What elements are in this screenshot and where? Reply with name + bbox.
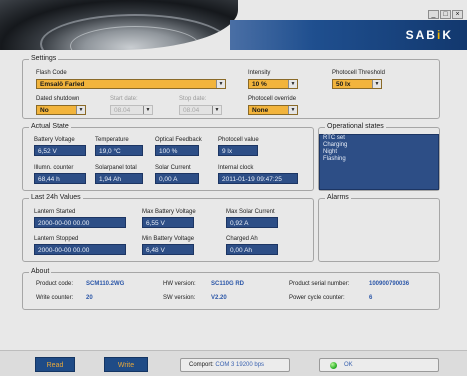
operational-states-legend: Operational states: [325, 123, 386, 130]
sw-version-value: V2.20: [211, 295, 227, 301]
temperature-value: 19,0 °C: [95, 145, 143, 156]
hw-version-label: HW version:: [163, 281, 196, 287]
last24h-legend: Last 24h Values: [29, 194, 83, 201]
max-solar-current-label: Max Solar Current: [226, 209, 275, 215]
actual-state-legend: Actual State: [29, 123, 71, 130]
photocell-override-select[interactable]: None ▼: [248, 105, 298, 115]
sw-version-label: SW version:: [163, 295, 196, 301]
chevron-down-icon: ▼: [288, 80, 297, 88]
dated-shutdown-label: Dated shutdown: [36, 96, 80, 102]
charged-ah-label: Charged Ah: [226, 236, 258, 242]
footer-bar: Read Write Comport: COM 3 19200 bps OK: [0, 350, 467, 376]
product-code-value: SCM110.2WG: [86, 281, 125, 287]
window-controls: _ □ ×: [428, 10, 463, 19]
stop-date-select[interactable]: 08.04 ▼: [179, 105, 222, 115]
chevron-down-icon: ▼: [372, 80, 381, 88]
chevron-down-icon: ▼: [288, 106, 297, 114]
solarpanel-total-label: Solarpanel total: [95, 165, 137, 171]
photocell-threshold-select[interactable]: 50 lx ▼: [332, 79, 382, 89]
illumination-counter-label: Illumn. counter: [34, 165, 74, 171]
dated-shutdown-value: No: [40, 107, 49, 114]
battery-voltage-label: Battery Voltage: [34, 137, 75, 143]
chevron-down-icon: ▼: [216, 80, 225, 88]
temperature-label: Temperature: [95, 137, 129, 143]
photocell-threshold-label: Photocell Threshold: [332, 70, 385, 76]
brand-banner: SABiK: [230, 20, 467, 50]
serial-number-label: Product serial number:: [289, 281, 350, 287]
about-group: About: [22, 268, 440, 310]
optical-feedback-label: Optical Feedback: [155, 137, 202, 143]
settings-legend: Settings: [29, 55, 59, 62]
product-code-label: Product code:: [36, 281, 74, 287]
flash-code-label: Flash Code: [36, 70, 67, 76]
power-cycle-value: 6: [369, 295, 373, 301]
lantern-stopped-value: 2000-00-00 00.00: [34, 244, 126, 255]
status-label: OK: [344, 362, 353, 368]
start-date-value: 08.04: [114, 107, 131, 114]
intensity-select[interactable]: 10 % ▼: [248, 79, 298, 89]
serial-number-value: 100900790036: [369, 281, 410, 287]
dated-shutdown-select[interactable]: No ▼: [36, 105, 86, 115]
list-item: Charging: [323, 142, 348, 148]
lantern-started-label: Lantern Started: [34, 209, 76, 215]
lantern-photo: [0, 0, 238, 50]
comport-label: Comport:: [189, 362, 214, 368]
maximize-icon[interactable]: □: [440, 10, 451, 19]
start-date-select[interactable]: 08.04 ▼: [110, 105, 153, 115]
lantern-started-value: 2000-00-00 00.00: [34, 217, 126, 228]
read-button[interactable]: Read: [35, 357, 75, 372]
flash-code-value: Emsalö Farled: [40, 81, 85, 88]
photocell-override-label: Photocell override: [248, 96, 297, 102]
hw-version-value: SC110G RD: [211, 281, 245, 287]
sabik-logo: SABiK: [405, 28, 453, 42]
min-battery-voltage-value: 6,48 V: [142, 244, 194, 255]
optical-feedback-value: 100 %: [155, 145, 199, 156]
list-item: Flashing: [323, 156, 346, 162]
charged-ah-value: 0,00 Ah: [226, 244, 278, 255]
photocell-override-value: None: [252, 107, 269, 114]
alarms-group: Alarms: [318, 194, 440, 262]
status-indicator: OK: [319, 358, 439, 372]
photocell-threshold-value: 50 lx: [336, 81, 351, 88]
chevron-down-icon: ▼: [212, 106, 221, 114]
status-led-icon: [330, 362, 337, 369]
internal-clock-label: Internal clock: [218, 165, 254, 171]
operational-states-list[interactable]: RTC set Charging Night Flashing: [319, 134, 439, 190]
minimize-icon[interactable]: _: [428, 10, 439, 19]
internal-clock-value: 2011-01-19 09:47:25: [218, 173, 298, 184]
about-legend: About: [29, 268, 52, 275]
photocell-value-label: Photocell value: [218, 137, 259, 143]
stop-date-label: Stop date:: [179, 96, 207, 102]
chevron-down-icon: ▼: [143, 106, 152, 114]
chevron-down-icon: ▼: [76, 106, 85, 114]
photocell-value-value: 9 lx: [218, 145, 258, 156]
battery-voltage-value: 6,52 V: [34, 145, 86, 156]
solar-current-value: 0,00 A: [155, 173, 199, 184]
max-battery-voltage-label: Max Battery Voltage: [142, 209, 196, 215]
flash-code-select[interactable]: Emsalö Farled ▼: [36, 79, 226, 89]
stop-date-value: 08.04: [183, 107, 200, 114]
solarpanel-total-value: 1,94 Ah: [95, 173, 143, 184]
max-battery-voltage-value: 6,55 V: [142, 217, 194, 228]
list-item: RTC set: [323, 135, 345, 141]
min-battery-voltage-label: Min Battery Voltage: [142, 236, 195, 242]
alarms-legend: Alarms: [325, 194, 351, 201]
list-item: Night: [323, 149, 338, 155]
comport-value: COM 3 19200 bps: [215, 362, 265, 368]
write-counter-label: Write counter:: [36, 295, 74, 301]
write-counter-value: 20: [86, 295, 93, 301]
illumination-counter-value: 68,44 h: [34, 173, 86, 184]
intensity-value: 10 %: [252, 81, 267, 88]
close-icon[interactable]: ×: [452, 10, 463, 19]
max-solar-current-value: 0,92 A: [226, 217, 278, 228]
intensity-label: Intensity: [248, 70, 271, 76]
solar-current-label: Solar Current: [155, 165, 191, 171]
comport-display: Comport: COM 3 19200 bps: [180, 358, 290, 372]
write-button[interactable]: Write: [104, 357, 148, 372]
start-date-label: Start date:: [110, 96, 138, 102]
power-cycle-label: Power cycle counter:: [289, 295, 345, 301]
lantern-stopped-label: Lantern Stopped: [34, 236, 79, 242]
